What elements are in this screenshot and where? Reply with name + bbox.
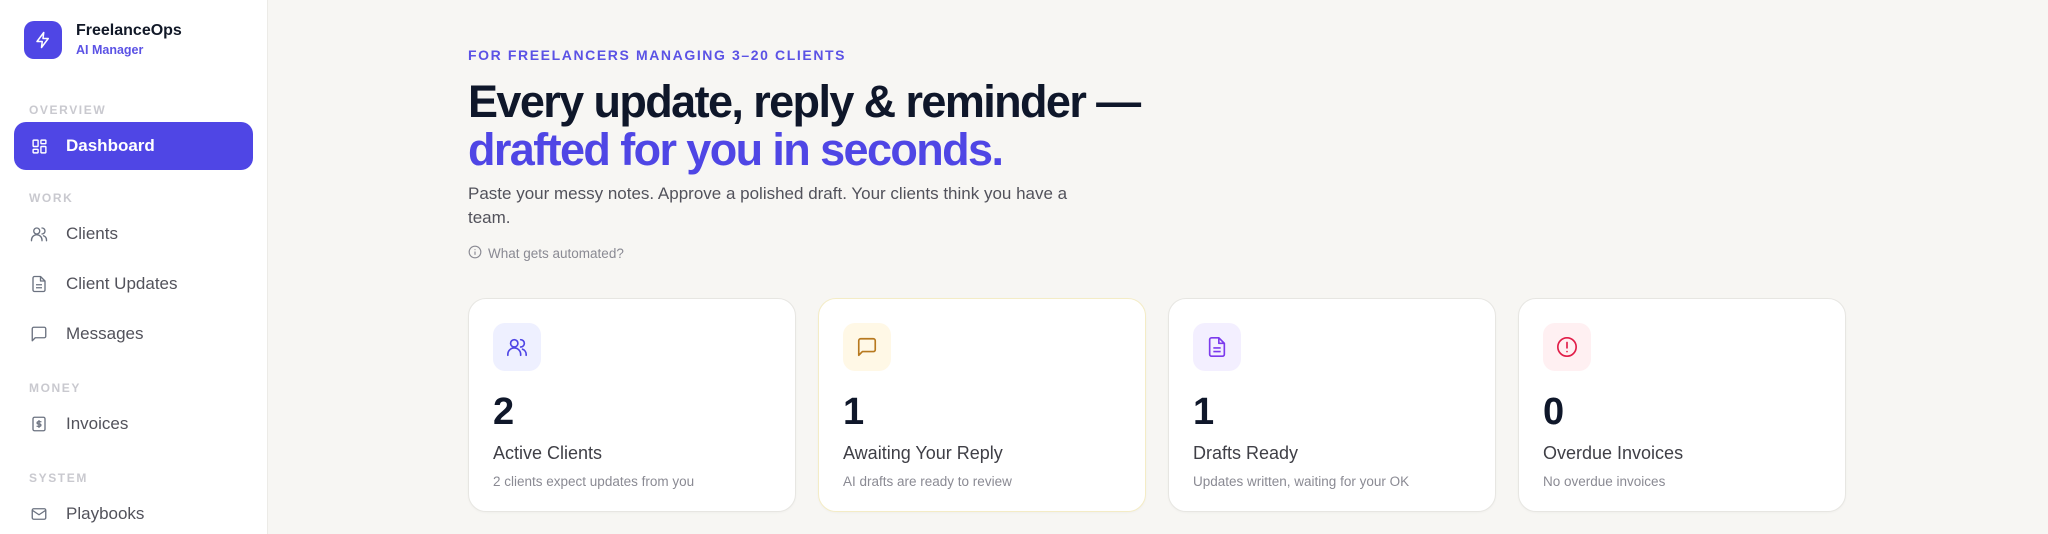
info-icon	[468, 245, 482, 262]
section-label-overview: OVERVIEW	[29, 103, 107, 117]
stats-cards: 2 Active Clients 2 clients expect update…	[468, 298, 2048, 512]
stat-description: AI drafts are ready to review	[843, 474, 1012, 489]
stat-card-active-clients[interactable]: 2 Active Clients 2 clients expect update…	[468, 298, 796, 512]
users-icon	[493, 323, 541, 371]
sidebar-item-label: Client Updates	[66, 274, 178, 293]
brand[interactable]: FreelanceOps AI Manager	[14, 20, 253, 60]
stat-description: 2 clients expect updates from you	[493, 474, 695, 489]
hero-headline: Every update, reply & reminder — drafted…	[468, 78, 2048, 174]
sidebar-item-label: Messages	[66, 324, 144, 343]
dollar-icon	[30, 415, 48, 433]
stat-value: 1	[1193, 391, 1215, 433]
section-label-work: WORK	[29, 191, 74, 205]
lightning-logo-icon	[24, 21, 62, 59]
hero-eyebrow: FOR FREELANCERS MANAGING 3–20 CLIENTS	[468, 47, 847, 63]
stat-value: 2	[493, 391, 515, 433]
headline-line-1: Every update, reply & reminder —	[468, 76, 1141, 127]
stat-card-awaiting-reply[interactable]: 1 Awaiting Your Reply AI drafts are read…	[818, 298, 1146, 512]
stat-title: Active Clients	[493, 443, 603, 463]
grid-icon	[30, 137, 48, 155]
sidebar-item-label: Clients	[66, 224, 118, 243]
stat-card-drafts-ready[interactable]: 1 Drafts Ready Updates written, waiting …	[1168, 298, 1496, 512]
headline-line-2: drafted for you in seconds.	[468, 124, 1004, 175]
what-gets-automated-link[interactable]: What gets automated?	[468, 244, 2048, 262]
stat-description: No overdue invoices	[1543, 474, 1666, 489]
section-label-system: SYSTEM	[29, 471, 88, 485]
sidebar-item-label: Playbooks	[66, 504, 145, 523]
chat-icon	[843, 323, 891, 371]
stat-value: 0	[1543, 391, 1565, 433]
chat-icon	[30, 325, 48, 343]
info-link-label: What gets automated?	[488, 245, 624, 261]
sidebar-item-client-updates[interactable]: Client Updates	[14, 260, 253, 308]
stat-title: Drafts Ready	[1193, 443, 1299, 463]
sidebar: FreelanceOps AI Manager OVERVIEW Dashboa…	[0, 0, 268, 534]
stat-title: Overdue Invoices	[1543, 443, 1684, 463]
sidebar-item-invoices[interactable]: Invoices	[14, 400, 253, 448]
users-icon	[30, 225, 48, 243]
stat-value: 1	[843, 391, 865, 433]
sidebar-item-label: Invoices	[66, 414, 129, 433]
stat-description: Updates written, waiting for your OK	[1193, 474, 1410, 489]
stat-title: Awaiting Your Reply	[843, 443, 1003, 463]
sidebar-item-dashboard[interactable]: Dashboard	[14, 122, 253, 170]
brand-subtitle: AI Manager	[76, 43, 144, 57]
sidebar-item-clients[interactable]: Clients	[14, 210, 253, 258]
document-icon	[1193, 323, 1241, 371]
hero-subtext: Paste your messy notes. Approve a polish…	[468, 184, 1068, 227]
main-content: FOR FREELANCERS MANAGING 3–20 CLIENTS Ev…	[268, 0, 2048, 534]
alert-circle-icon	[1543, 323, 1591, 371]
brand-name: FreelanceOps	[76, 22, 182, 39]
mail-icon	[30, 505, 48, 523]
section-label-money: MONEY	[29, 381, 82, 395]
sidebar-item-label: Dashboard	[66, 136, 155, 155]
document-icon	[30, 275, 48, 293]
sidebar-item-messages[interactable]: Messages	[14, 310, 253, 358]
sidebar-item-playbooks[interactable]: Playbooks	[14, 490, 253, 534]
stat-card-overdue-invoices[interactable]: 0 Overdue Invoices No overdue invoices	[1518, 298, 1846, 512]
